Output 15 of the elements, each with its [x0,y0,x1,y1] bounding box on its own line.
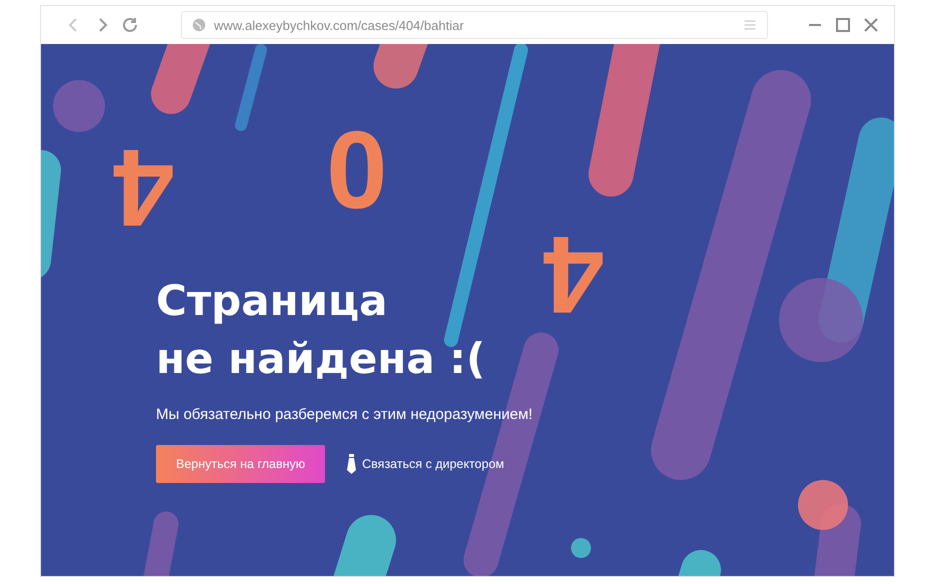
maximize-icon[interactable] [834,16,852,34]
digit-text: 4 [113,132,174,242]
heading: не найдена :( [156,333,486,385]
subtitle: Мы обязательно разберемся с этим недоразумением! [156,406,533,423]
address-bar[interactable]: www.alexeybychkov.com/cases/404/bahtiar [181,11,768,39]
digit-text: 4 [543,219,604,329]
menu-icon[interactable] [743,18,757,32]
heading: Страница [156,275,388,327]
reload-icon[interactable] [121,16,139,34]
home-button[interactable]: Вернуться на главную [156,445,326,483]
tie-icon [347,454,356,474]
close-icon[interactable] [862,16,880,34]
url-text: www.alexeybychkov.com/cases/404/bahtiar [214,18,465,32]
digit-text: 0 [326,114,388,224]
contact-link[interactable]: Связаться с директором [347,454,504,474]
